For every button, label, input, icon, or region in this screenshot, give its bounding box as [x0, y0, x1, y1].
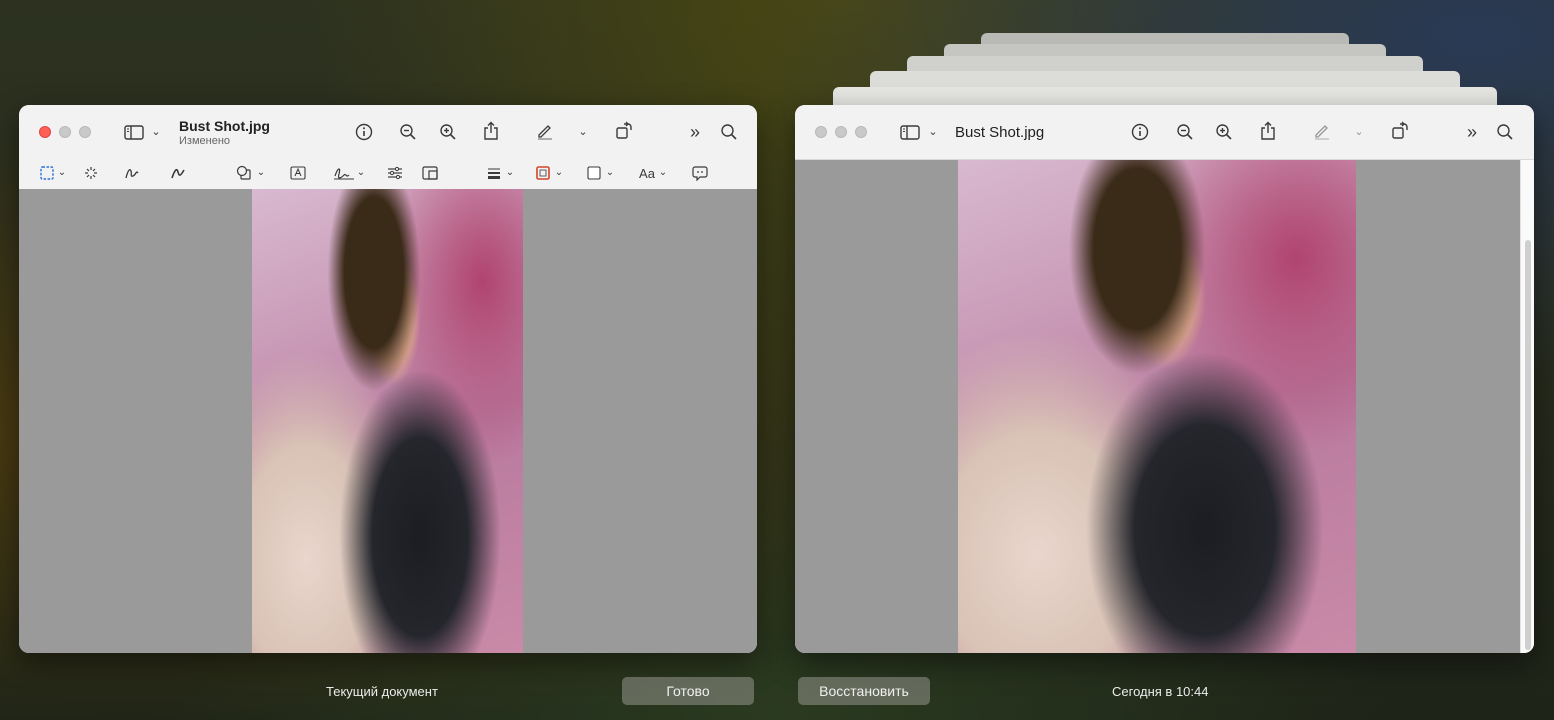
sidebar-icon[interactable]: [899, 123, 921, 141]
zoom-in-icon[interactable]: [1214, 122, 1234, 142]
chevron-down-icon[interactable]: ⌄: [658, 167, 668, 179]
draw-icon[interactable]: [169, 165, 187, 181]
window-controls: [39, 126, 91, 138]
rectangular-selection-icon[interactable]: [39, 165, 55, 181]
pen-icon: [1311, 121, 1333, 141]
signature-icon[interactable]: [332, 165, 356, 181]
done-button[interactable]: Готово: [622, 677, 754, 705]
close-button: [815, 126, 827, 138]
zoom-button: [855, 126, 867, 138]
info-icon[interactable]: [1130, 122, 1150, 142]
scrollbar-track[interactable]: [1520, 160, 1534, 653]
border-color-icon[interactable]: [534, 165, 552, 181]
document-canvas[interactable]: [19, 189, 757, 653]
zoom-out-icon[interactable]: [1175, 122, 1195, 142]
text-box-icon[interactable]: [289, 165, 307, 181]
chevron-down-icon[interactable]: ⌄: [356, 167, 366, 179]
share-icon[interactable]: [1258, 120, 1278, 142]
chevron-down-icon[interactable]: ⌄: [150, 126, 162, 138]
restore-button[interactable]: Восстановить: [798, 677, 930, 705]
pen-icon[interactable]: [534, 121, 556, 141]
adjust-size-icon[interactable]: [421, 165, 439, 181]
chevron-down-icon[interactable]: ⌄: [605, 167, 615, 179]
adjust-color-icon[interactable]: [386, 165, 404, 181]
current-document-window: ⌄ Bust Shot.jpg Изменено ⌄ » ⌄ ⌄ ⌄ ⌄ ⌄ ⌄…: [19, 105, 757, 653]
rotate-icon[interactable]: [613, 121, 635, 141]
chevron-down-icon[interactable]: ⌄: [256, 167, 266, 179]
chevron-down-icon[interactable]: ⌄: [505, 167, 515, 179]
chevron-down-icon[interactable]: ⌄: [577, 126, 589, 138]
chevron-down-icon[interactable]: ⌄: [927, 126, 939, 138]
document-title: Bust Shot.jpg: [955, 124, 1045, 141]
document-title: Bust Shot.jpg: [179, 118, 270, 134]
current-document-label: Текущий документ: [326, 684, 438, 699]
zoom-in-icon[interactable]: [438, 122, 458, 142]
share-icon[interactable]: [481, 120, 501, 142]
version-timestamp: Сегодня в 10:44: [1112, 684, 1209, 699]
chevron-down-icon[interactable]: ⌄: [57, 167, 67, 179]
zoom-button[interactable]: [79, 126, 91, 138]
zoom-out-icon[interactable]: [398, 122, 418, 142]
document-canvas[interactable]: [795, 160, 1521, 653]
document-image: [252, 189, 523, 653]
sidebar-icon[interactable]: [123, 123, 145, 141]
chevron-double-right-icon[interactable]: »: [1462, 123, 1482, 141]
minimize-button[interactable]: [59, 126, 71, 138]
fill-color-icon[interactable]: [585, 165, 603, 181]
instant-alpha-icon[interactable]: [83, 165, 99, 181]
info-icon[interactable]: [354, 122, 374, 142]
comment-icon[interactable]: [691, 165, 709, 181]
chevron-double-right-icon[interactable]: »: [685, 123, 705, 141]
rotate-icon[interactable]: [1389, 121, 1411, 141]
chevron-down-icon[interactable]: ⌄: [554, 167, 564, 179]
line-style-icon[interactable]: [485, 165, 503, 181]
window-controls: [815, 126, 867, 138]
sketch-icon[interactable]: [123, 165, 141, 181]
search-icon[interactable]: [719, 122, 739, 142]
text-style-button[interactable]: Aa: [637, 166, 657, 180]
close-button[interactable]: [39, 126, 51, 138]
minimize-button: [835, 126, 847, 138]
document-subtitle: Изменено: [179, 135, 231, 147]
document-image: [958, 160, 1356, 653]
version-window: ⌄ Bust Shot.jpg ⌄ »: [795, 105, 1534, 653]
chevron-down-icon: ⌄: [1354, 125, 1364, 138]
shapes-icon[interactable]: [235, 165, 253, 181]
toolbar: ⌄ Bust Shot.jpg Изменено ⌄ » ⌄ ⌄ ⌄ ⌄ ⌄ ⌄…: [19, 105, 757, 189]
toolbar: ⌄ Bust Shot.jpg ⌄ »: [795, 105, 1534, 160]
search-icon[interactable]: [1495, 122, 1515, 142]
scrollbar-thumb[interactable]: [1525, 240, 1531, 650]
